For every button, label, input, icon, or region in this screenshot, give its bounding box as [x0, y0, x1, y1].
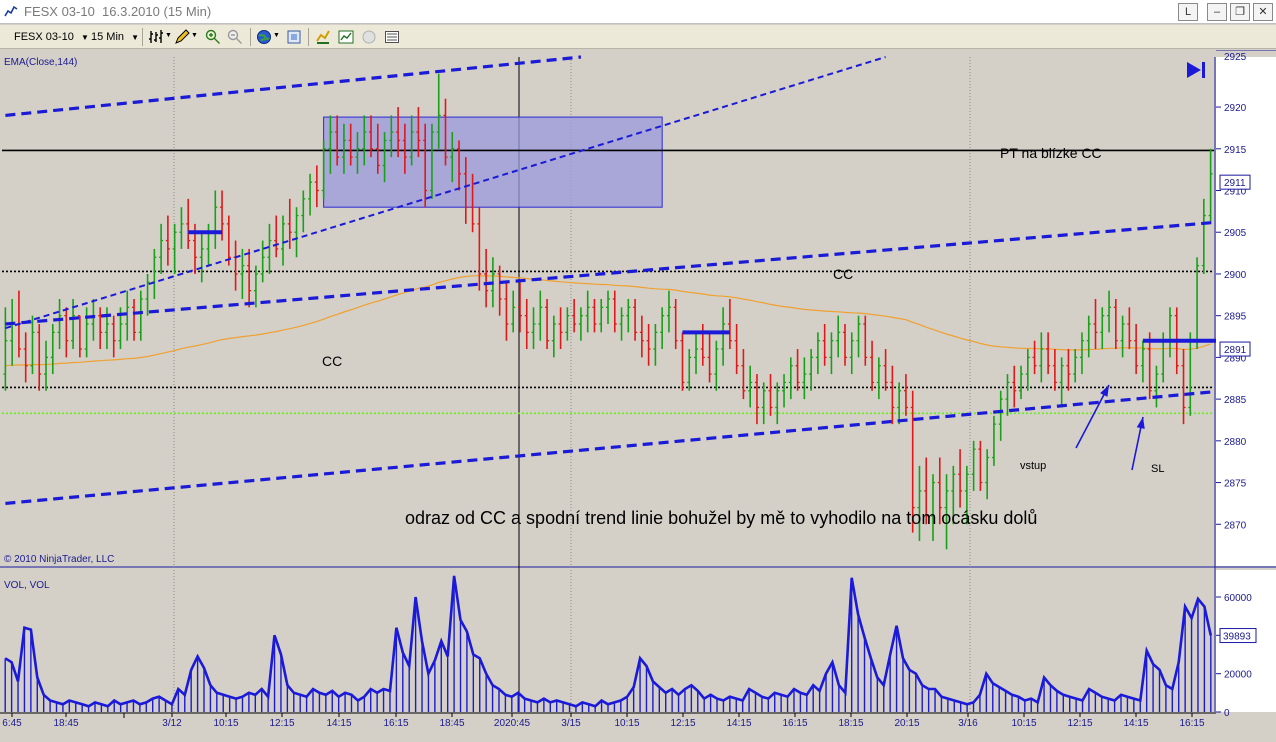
price-top-label: 2925: [1224, 52, 1247, 63]
time-tick-label: 6:45: [2, 718, 22, 729]
properties-icon[interactable]: [286, 29, 302, 45]
title-bar: FESX 03-10 16.3.2010 (15 Min) L – ❐ ✕: [0, 0, 1276, 24]
close-button[interactable]: ✕: [1253, 3, 1273, 21]
volume-tick-label: 20000: [1224, 670, 1252, 681]
chart-area[interactable]: CC CC PT na blízke CC vstup SL odraz od CC a …: [0, 50, 1276, 742]
restore-button[interactable]: ❐: [1230, 3, 1250, 21]
annotation-sl: SL: [1151, 463, 1164, 475]
end-bar: [1202, 62, 1205, 78]
chevron-down-icon[interactable]: ▼: [191, 32, 198, 39]
annotation-comment: odraz od CC a spodní trend linie bohužel…: [405, 508, 1037, 528]
price-tick-label: 2885: [1224, 395, 1247, 406]
chart-canvas[interactable]: CC CC PT na blízke CC vstup SL odraz od CC a …: [0, 50, 1276, 742]
toolbar-separator: [250, 28, 251, 46]
price-tick-label: 2905: [1224, 228, 1247, 239]
chart-toolbar: FESX 03-10 ▼ 15 Min ▼ ▼ ▼ ▼: [0, 25, 1276, 49]
time-tick-label: 16:15: [383, 718, 408, 729]
copyright-label: © 2010 NinjaTrader, LLC: [4, 554, 114, 565]
time-tick-label: 3/16: [958, 718, 978, 729]
zoom-in-icon[interactable]: [205, 29, 221, 45]
minimize-button[interactable]: –: [1207, 3, 1227, 21]
time-tick-label: 14:15: [326, 718, 351, 729]
zoom-out-icon[interactable]: [227, 29, 243, 45]
annotation-cc-left: CC: [322, 353, 342, 369]
price-marker-label-1: 2891: [1224, 345, 1247, 356]
interval-value: 15 Min: [91, 31, 125, 43]
help-button[interactable]: L: [1178, 3, 1198, 21]
toolbar-separator: [142, 28, 143, 46]
price-marker-label-0: 2911: [1224, 178, 1246, 189]
time-tick-label: 14:15: [726, 718, 751, 729]
resistance-zone: [323, 116, 663, 208]
price-tick-label: 2895: [1224, 312, 1247, 323]
time-tick-label: 10:15: [614, 718, 639, 729]
time-tick-label: 10:15: [1011, 718, 1036, 729]
annotation-vstup: vstup: [1020, 460, 1046, 472]
chevron-down-icon: ▼: [131, 33, 140, 42]
chevron-down-icon[interactable]: ▼: [165, 32, 172, 39]
instrument-value: FESX 03-10: [14, 31, 74, 43]
volume-last-label: 39893: [1223, 632, 1251, 643]
price-tick-label: 2915: [1224, 145, 1247, 156]
time-tick-label: 10:15: [213, 718, 238, 729]
time-tick-label: 2020:45: [494, 718, 531, 729]
volume-label: VOL, VOL: [4, 580, 50, 591]
ninjatrader-chart-window: FESX 03-10 16.3.2010 (15 Min) L – ❐ ✕ FE…: [0, 0, 1276, 742]
price-tick-label: 2870: [1224, 520, 1247, 531]
time-tick-label: 16:15: [782, 718, 807, 729]
window-title: FESX 03-10 16.3.2010 (15 Min): [24, 4, 212, 19]
time-tick-label: 3/12: [162, 718, 182, 729]
volume-tick-label: 0: [1224, 708, 1230, 719]
time-tick-label: 18:45: [53, 718, 78, 729]
time-tick-label: 14:15: [1123, 718, 1148, 729]
time-tick-label: 12:15: [269, 718, 294, 729]
chevron-down-icon: ▼: [80, 33, 89, 42]
pencil-draw-icon[interactable]: [174, 29, 190, 45]
time-tick-label: 12:15: [670, 718, 695, 729]
volume-tick-label: 60000: [1224, 593, 1252, 604]
price-tick-label: 2875: [1224, 479, 1247, 490]
annotation-pt: PT na blízke CC: [1000, 145, 1102, 161]
price-tick-label: 2920: [1224, 103, 1247, 114]
bar-style-icon[interactable]: [148, 29, 164, 45]
globe-icon[interactable]: [256, 29, 272, 45]
indicator-icon[interactable]: [338, 29, 354, 45]
price-tick-label: 2900: [1224, 270, 1247, 281]
time-tick-label: 18:15: [838, 718, 863, 729]
annotation-cc-right: CC: [833, 266, 853, 282]
instrument-selector[interactable]: FESX 03-10 ▼: [14, 29, 89, 45]
time-tick-label: 12:15: [1067, 718, 1092, 729]
chevron-down-icon[interactable]: ▼: [273, 32, 280, 39]
time-tick-label: 16:15: [1179, 718, 1204, 729]
price-tick-label: 2880: [1224, 437, 1247, 448]
indicator-label: EMA(Close,144): [4, 57, 77, 68]
toolbar-separator: [308, 28, 309, 46]
disabled-circle-icon[interactable]: [361, 29, 377, 45]
time-tick-label: 18:45: [439, 718, 464, 729]
time-tick-label: 20:15: [894, 718, 919, 729]
chart-app-icon: [4, 5, 18, 17]
data-box-icon[interactable]: [384, 29, 400, 45]
interval-selector[interactable]: 15 Min ▼: [91, 29, 139, 45]
strategy-icon[interactable]: [315, 29, 331, 45]
time-tick-label: 3/15: [561, 718, 581, 729]
